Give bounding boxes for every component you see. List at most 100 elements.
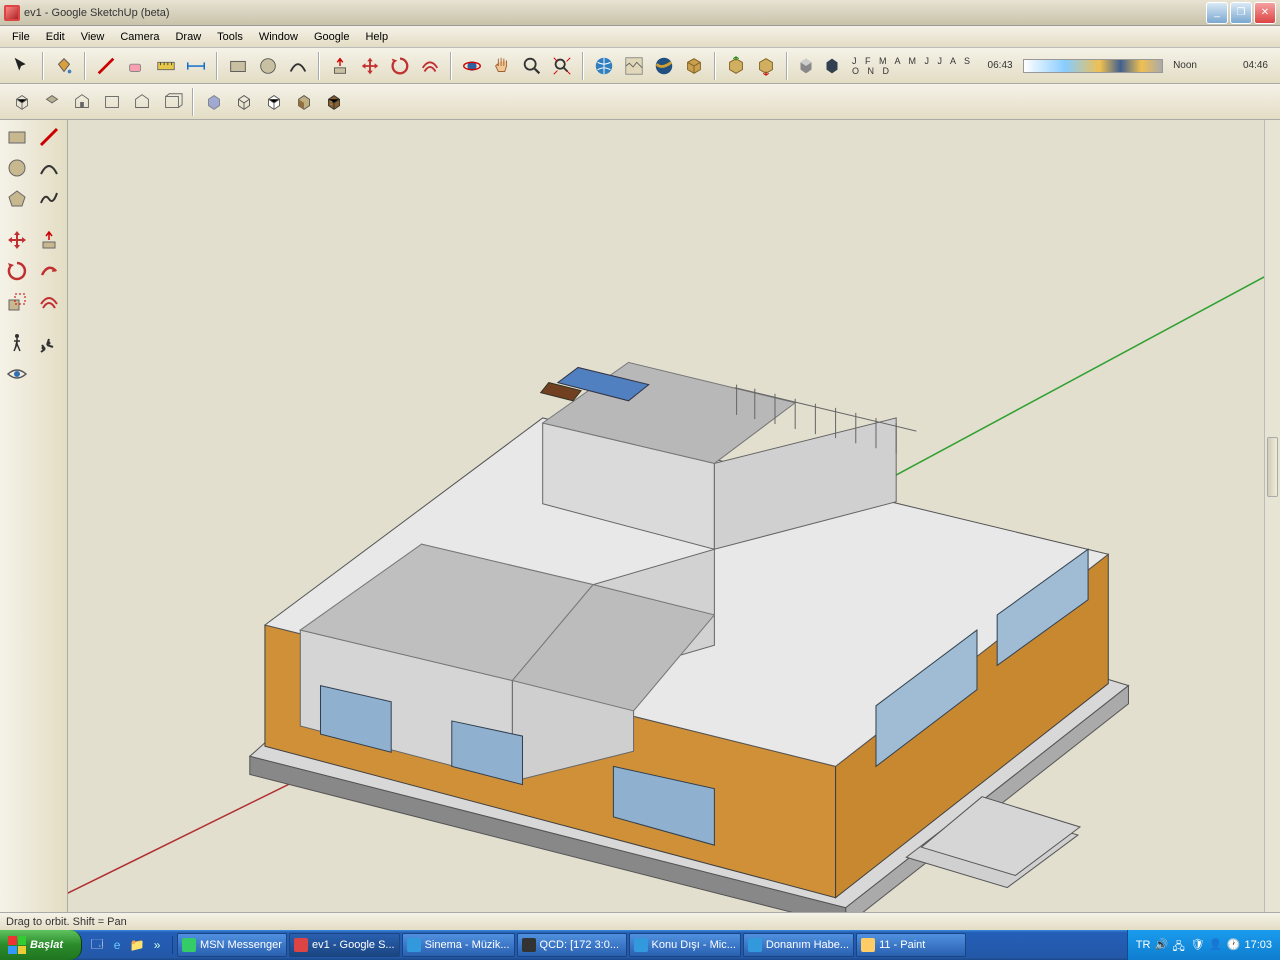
menu-view[interactable]: View bbox=[73, 28, 113, 46]
wireframe-style[interactable] bbox=[230, 88, 258, 116]
ql-explorer-icon[interactable]: 📁 bbox=[128, 936, 146, 954]
move-tool[interactable] bbox=[356, 52, 384, 80]
task-paint[interactable]: 11 - Paint bbox=[856, 933, 966, 957]
right-view[interactable] bbox=[98, 88, 126, 116]
paint-bucket-tool[interactable] bbox=[50, 52, 78, 80]
sketchup-icon bbox=[294, 938, 308, 952]
look-around-tool[interactable] bbox=[2, 359, 32, 389]
place-model-tool[interactable] bbox=[680, 52, 708, 80]
push-pull-tool[interactable] bbox=[326, 52, 354, 80]
task-msn[interactable]: MSN Messenger bbox=[177, 933, 287, 957]
time-slider[interactable] bbox=[1023, 59, 1163, 73]
offset-tool-side[interactable] bbox=[34, 287, 64, 317]
tray-volume-icon[interactable]: 🔊 bbox=[1154, 938, 1168, 952]
menu-draw[interactable]: Draw bbox=[167, 28, 209, 46]
top-view[interactable] bbox=[38, 88, 66, 116]
front-view[interactable] bbox=[68, 88, 96, 116]
ql-ie-icon[interactable]: e bbox=[108, 936, 126, 954]
preview-google-earth-tool[interactable] bbox=[650, 52, 678, 80]
get-models-tool[interactable] bbox=[722, 52, 750, 80]
pan-tool[interactable] bbox=[488, 52, 516, 80]
task-donanim[interactable]: Donanım Habe... bbox=[743, 933, 854, 957]
menu-file[interactable]: File bbox=[4, 28, 38, 46]
line-tool[interactable] bbox=[92, 52, 120, 80]
rotate-tool-side[interactable] bbox=[2, 256, 32, 286]
status-hint: Drag to orbit. Shift = Pan bbox=[6, 916, 127, 928]
polygon-tool-side[interactable] bbox=[2, 184, 32, 214]
task-items: MSN Messenger ev1 - Google S... Sinema -… bbox=[173, 933, 1127, 957]
dimension-tool[interactable] bbox=[182, 52, 210, 80]
statusbar: Drag to orbit. Shift = Pan bbox=[0, 912, 1280, 930]
shaded-textures-style[interactable] bbox=[320, 88, 348, 116]
month-scale: J F M A M J J A S O N D bbox=[852, 56, 982, 76]
window-title: ev1 - Google SketchUp (beta) bbox=[24, 7, 1206, 19]
menu-camera[interactable]: Camera bbox=[112, 28, 167, 46]
circle-tool[interactable] bbox=[254, 52, 282, 80]
circle-tool-side[interactable] bbox=[2, 153, 32, 183]
tray-network-icon[interactable]: 🖧 bbox=[1172, 938, 1186, 952]
position-camera-tool[interactable] bbox=[34, 328, 64, 358]
rectangle-tool[interactable] bbox=[224, 52, 252, 80]
toggle-terrain-tool[interactable] bbox=[620, 52, 648, 80]
ql-show-desktop-icon[interactable]: 🗔 bbox=[88, 936, 106, 954]
followme-tool-side[interactable] bbox=[34, 256, 64, 286]
eraser-tool[interactable] bbox=[122, 52, 150, 80]
system-tray[interactable]: TR 🔊 🖧 🛡 👤 🕐 17:03 bbox=[1127, 930, 1280, 960]
task-sketchup[interactable]: ev1 - Google S... bbox=[289, 933, 400, 957]
tape-measure-tool[interactable] bbox=[152, 52, 180, 80]
vertical-scrollbar[interactable] bbox=[1264, 120, 1280, 912]
shaded-style[interactable] bbox=[290, 88, 318, 116]
ie-icon-2 bbox=[634, 938, 648, 952]
hidden-line-style[interactable] bbox=[260, 88, 288, 116]
xray-style[interactable] bbox=[200, 88, 228, 116]
viewport[interactable]: Home bbox=[68, 120, 1280, 912]
ql-more-icon[interactable]: » bbox=[148, 936, 166, 954]
task-qcd[interactable]: QCD: [172 3:0... bbox=[517, 933, 627, 957]
ie-icon-3 bbox=[748, 938, 762, 952]
share-model-tool[interactable] bbox=[752, 52, 780, 80]
arc-tool-side[interactable] bbox=[34, 153, 64, 183]
iso-view[interactable] bbox=[8, 88, 36, 116]
move-tool-side[interactable] bbox=[2, 225, 32, 255]
tray-clock[interactable]: 17:03 bbox=[1244, 939, 1272, 951]
freehand-tool-side[interactable] bbox=[34, 184, 64, 214]
zoom-tool[interactable] bbox=[518, 52, 546, 80]
maximize-button[interactable]: ❐ bbox=[1230, 2, 1252, 24]
menu-edit[interactable]: Edit bbox=[38, 28, 73, 46]
get-location-tool[interactable] bbox=[590, 52, 618, 80]
rectangle-tool-side[interactable] bbox=[2, 122, 32, 152]
tray-lang[interactable]: TR bbox=[1136, 939, 1151, 951]
shadow-settings[interactable] bbox=[820, 52, 844, 80]
menu-help[interactable]: Help bbox=[357, 28, 396, 46]
qcd-icon bbox=[522, 938, 536, 952]
noon-label: Noon bbox=[1173, 60, 1197, 71]
walk-tool[interactable] bbox=[2, 328, 32, 358]
tray-clock-icon[interactable]: 🕐 bbox=[1226, 938, 1240, 952]
shadow-toggle[interactable] bbox=[794, 52, 818, 80]
menu-google[interactable]: Google bbox=[306, 28, 357, 46]
select-tool[interactable] bbox=[8, 52, 36, 80]
task-konu[interactable]: Konu Dışı - Mic... bbox=[629, 933, 741, 957]
start-label: Başlat bbox=[30, 939, 63, 951]
left-toolbar bbox=[0, 120, 68, 912]
scale-tool-side[interactable] bbox=[2, 287, 32, 317]
scrollbar-thumb[interactable] bbox=[1267, 437, 1278, 497]
close-button[interactable]: ✕ bbox=[1254, 2, 1276, 24]
line-tool-side[interactable] bbox=[34, 122, 64, 152]
tray-msn-icon[interactable]: 👤 bbox=[1208, 938, 1222, 952]
offset-tool[interactable] bbox=[416, 52, 444, 80]
minimize-button[interactable]: _ bbox=[1206, 2, 1228, 24]
tray-shield-icon[interactable]: 🛡 bbox=[1190, 938, 1204, 952]
menu-window[interactable]: Window bbox=[251, 28, 306, 46]
menu-tools[interactable]: Tools bbox=[209, 28, 251, 46]
sunset-time: 04:46 bbox=[1243, 60, 1268, 71]
task-sinema[interactable]: Sinema - Müzik... bbox=[402, 933, 515, 957]
arc-tool[interactable] bbox=[284, 52, 312, 80]
orbit-tool[interactable] bbox=[458, 52, 486, 80]
rotate-tool[interactable] bbox=[386, 52, 414, 80]
pushpull-tool-side[interactable] bbox=[34, 225, 64, 255]
back-view[interactable] bbox=[128, 88, 156, 116]
left-view[interactable] bbox=[158, 88, 186, 116]
start-button[interactable]: Başlat bbox=[0, 930, 82, 960]
zoom-extents-tool[interactable] bbox=[548, 52, 576, 80]
